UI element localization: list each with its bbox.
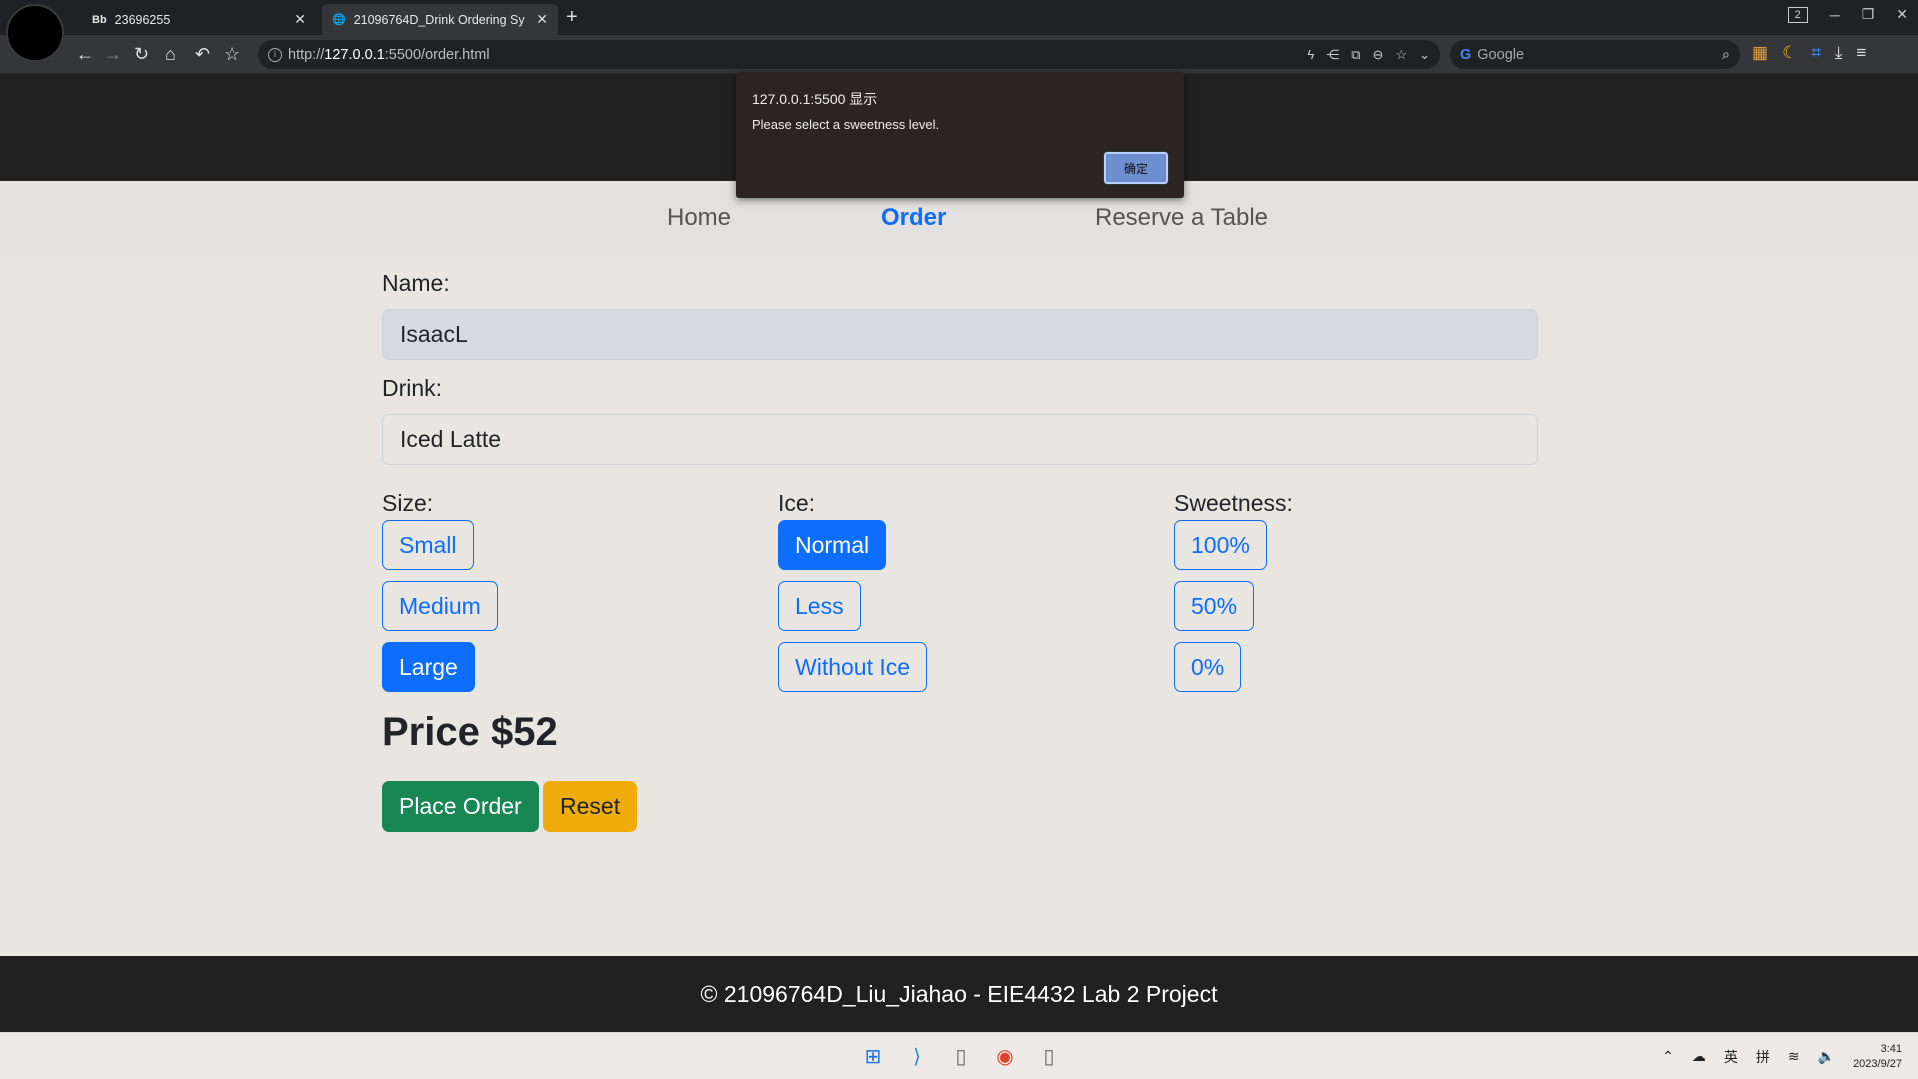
ime-mode[interactable]: 拼: [1756, 1047, 1770, 1067]
tab-title: 23696255: [114, 12, 171, 27]
search-box[interactable]: G Google ⌕: [1450, 40, 1740, 69]
minimize-icon[interactable]: ─: [1830, 7, 1840, 23]
ime-language[interactable]: 英: [1724, 1047, 1738, 1067]
home-icon[interactable]: ⌂: [165, 43, 176, 65]
nav-link-home[interactable]: Home: [667, 204, 731, 232]
reload-icon[interactable]: ↻: [134, 43, 149, 65]
ice-option-less[interactable]: Less: [778, 581, 861, 631]
menu-icon[interactable]: ≡: [1856, 43, 1866, 63]
browser-tab-2[interactable]: 🌐 21096764D_Drink Ordering Sy ✕: [322, 4, 558, 35]
alert-dialog: 127.0.0.1:5500 显示 Please select a sweetn…: [736, 72, 1184, 198]
wifi-icon[interactable]: ≋: [1788, 1048, 1800, 1065]
tab-title: 21096764D_Drink Ordering Sy: [353, 12, 525, 27]
bookmark-star-icon[interactable]: ☆: [224, 43, 240, 65]
download-icon[interactable]: ⤓: [1835, 43, 1843, 63]
ice-option-normal[interactable]: Normal: [778, 520, 887, 570]
price-display: Price $52: [382, 710, 558, 754]
new-tab-plus-icon[interactable]: +: [566, 4, 578, 30]
restore-icon[interactable]: ❐: [1862, 6, 1875, 23]
clock[interactable]: 3:41 2023/9/27: [1853, 1042, 1902, 1072]
windows-taskbar: ⊞ ⟩ ▯ ◉ ▯ ⌃ ☁ 英 拼 ≋ 🔈 3:41 2023/9/27: [0, 1032, 1918, 1079]
chrome-icon[interactable]: ◉: [990, 1041, 1020, 1071]
chevron-up-icon[interactable]: ⌃: [1662, 1048, 1674, 1065]
cloud-icon[interactable]: ☁: [1692, 1048, 1706, 1065]
globe-icon: 🌐: [332, 14, 346, 26]
sweetness-label: Sweetness:: [1174, 490, 1293, 516]
forward-arrow-icon[interactable]: →: [104, 43, 122, 65]
file-icon[interactable]: ▯: [1034, 1041, 1064, 1071]
footer-text: © 21096764D_Liu_Jiahao - EIE4432 Lab 2 P…: [700, 980, 1218, 1007]
crop-icon[interactable]: ⌗: [1811, 43, 1821, 63]
system-tray: ⌃ ☁ 英 拼 ≋ 🔈 3:41 2023/9/27: [1662, 1033, 1902, 1079]
sweetness-option-50[interactable]: 50%: [1174, 581, 1255, 631]
nav-link-order[interactable]: Order: [881, 204, 946, 232]
search-icon[interactable]: ⌕: [1722, 47, 1730, 63]
share-icon[interactable]: ⋲: [1326, 47, 1339, 63]
profile-avatar[interactable]: [6, 4, 64, 62]
alert-message: Please select a sweetness level.: [752, 117, 940, 132]
sweetness-option-100[interactable]: 100%: [1174, 520, 1267, 570]
browser-tab-1[interactable]: Bb 23696255 ✕: [82, 4, 316, 35]
url-prefix: http://: [288, 46, 325, 63]
zoom-icon[interactable]: ⊖: [1373, 47, 1384, 63]
size-option-small[interactable]: Small: [382, 520, 474, 570]
volume-icon[interactable]: 🔈: [1818, 1048, 1835, 1065]
google-icon: G: [1460, 46, 1472, 63]
reset-button[interactable]: Reset: [543, 781, 638, 832]
address-bar-icons: ϟ ⋲ ⧉ ⊖ ☆ ⌄: [1307, 40, 1430, 69]
favorite-star-icon[interactable]: ☆: [1395, 47, 1407, 63]
drink-label: Drink:: [382, 375, 443, 401]
close-window-icon[interactable]: ✕: [1896, 6, 1908, 23]
apps-grid-icon[interactable]: ▦: [1752, 43, 1768, 63]
translate-icon[interactable]: ⧉: [1351, 47, 1360, 63]
place-order-button[interactable]: Place Order: [382, 781, 539, 832]
undo-close-icon[interactable]: ↶: [195, 43, 210, 65]
window-controls: 2 ─ ❐ ✕: [1787, 6, 1908, 23]
back-arrow-icon[interactable]: ←: [76, 43, 94, 65]
blackboard-icon: Bb: [92, 13, 107, 26]
vscode-icon[interactable]: ⟩: [902, 1041, 932, 1071]
lightning-icon[interactable]: ϟ: [1307, 47, 1314, 62]
size-label: Size:: [382, 490, 434, 516]
close-icon[interactable]: ✕: [536, 11, 548, 28]
drink-input[interactable]: Iced Latte: [382, 414, 1538, 465]
site-footer: © 21096764D_Liu_Jiahao - EIE4432 Lab 2 P…: [0, 956, 1918, 1032]
nav-link-reserve[interactable]: Reserve a Table: [1095, 204, 1268, 232]
alert-title: 127.0.0.1:5500 显示: [752, 91, 878, 107]
name-label: Name:: [382, 270, 450, 296]
clock-date: 2023/9/27: [1853, 1057, 1902, 1070]
size-option-medium[interactable]: Medium: [382, 581, 498, 631]
windows-start-icon[interactable]: ⊞: [858, 1041, 888, 1071]
browser-toolbar: ← → ↻ ⌂ ↶ ☆ i http://127.0.0.1:5500/orde…: [0, 35, 1918, 74]
clock-time: 3:41: [1880, 1042, 1902, 1055]
sweetness-option-0[interactable]: 0%: [1174, 642, 1242, 692]
search-placeholder: Google: [1477, 46, 1525, 63]
file-icon[interactable]: ▯: [946, 1041, 976, 1071]
ice-label: Ice:: [778, 490, 816, 516]
chevron-down-icon[interactable]: ⌄: [1419, 47, 1430, 63]
tab-count-badge[interactable]: 2: [1787, 6, 1808, 23]
night-mode-icon[interactable]: ☾: [1782, 43, 1797, 63]
address-bar[interactable]: i http://127.0.0.1:5500/order.html ϟ ⋲ ⧉…: [258, 40, 1440, 69]
ice-option-without[interactable]: Without Ice: [778, 642, 928, 692]
close-icon[interactable]: ✕: [294, 11, 306, 28]
url-path: :5500/order.html: [384, 46, 490, 63]
name-input[interactable]: IsaacL: [382, 309, 1538, 360]
site-info-icon[interactable]: i: [268, 47, 282, 62]
size-option-large[interactable]: Large: [382, 642, 475, 692]
extension-icons: ▦ ☾ ⌗ ⤓ ≡: [1752, 43, 1866, 63]
alert-ok-button[interactable]: 确定: [1103, 151, 1169, 185]
url-host: 127.0.0.1: [324, 46, 385, 63]
